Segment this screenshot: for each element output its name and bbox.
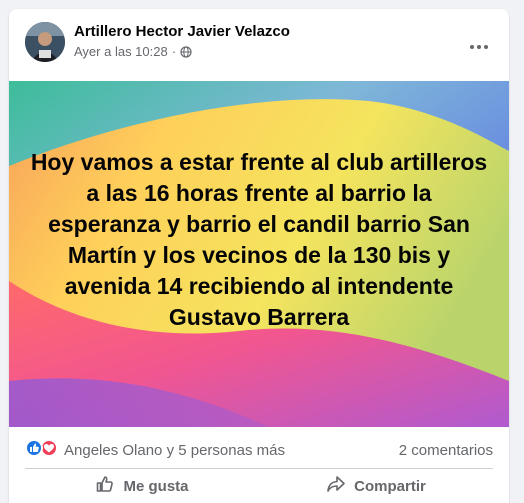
author-name[interactable]: Artillero Hector Javier Velazco — [74, 23, 290, 40]
post-actions: Me gusta Compartir — [9, 469, 509, 503]
globe-icon — [180, 45, 192, 58]
more-options-icon[interactable] — [461, 29, 497, 65]
reactions-summary[interactable]: Angeles Olano y 5 personas más — [64, 442, 285, 459]
post-timestamp[interactable]: Ayer a las 10:28 — [74, 44, 168, 59]
post-text: Hoy vamos a estar frente al club artille… — [30, 149, 488, 330]
post-meta: Ayer a las 10:28 · — [74, 44, 192, 59]
share-button-label: Compartir — [354, 477, 426, 495]
meta-separator: · — [171, 44, 177, 59]
reaction-icons[interactable] — [25, 439, 61, 459]
thumbs-up-icon — [95, 474, 115, 498]
like-icon — [25, 439, 43, 457]
share-button[interactable]: Compartir — [259, 469, 493, 503]
post-header: Artillero Hector Javier Velazco Ayer a l… — [9, 9, 509, 81]
post-card: Artillero Hector Javier Velazco Ayer a l… — [9, 9, 509, 503]
like-button-label: Me gusta — [123, 477, 189, 495]
comments-count[interactable]: 2 comentarios — [399, 442, 493, 459]
reactions-bar: Angeles Olano y 5 personas más 2 comenta… — [9, 427, 509, 467]
share-arrow-icon — [326, 474, 346, 498]
avatar[interactable] — [25, 22, 65, 62]
like-button[interactable]: Me gusta — [25, 469, 259, 503]
